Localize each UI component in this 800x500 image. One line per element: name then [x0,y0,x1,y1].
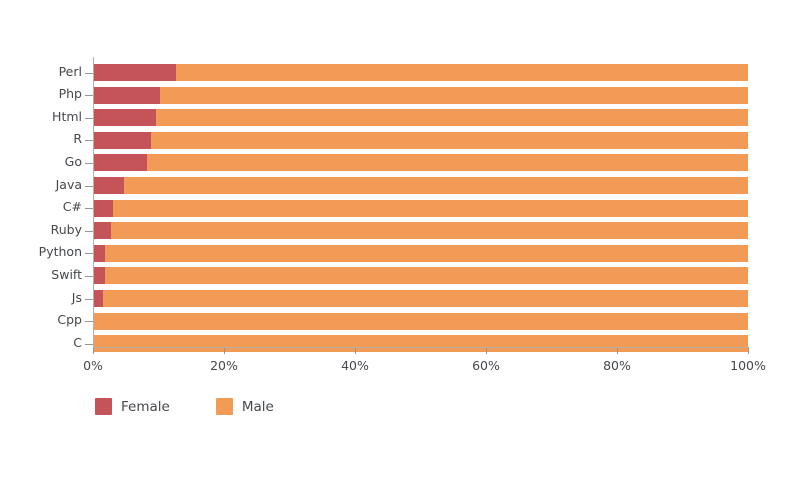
y-axis-tick [85,298,93,300]
legend-label-male: Male [241,398,274,415]
row-separator [93,194,748,200]
bar-segment-male[interactable] [102,290,748,307]
bar-segment-male[interactable] [146,154,748,172]
row-separator [93,217,748,223]
bar-segment-female[interactable] [93,244,106,262]
x-axis-tick [617,348,618,354]
bar-segment-male[interactable] [105,267,748,285]
x-axis-tick [748,348,749,354]
plot-area [93,57,748,353]
x-axis-line [93,347,749,348]
bar-row[interactable] [93,86,748,104]
bar-row[interactable] [93,199,748,217]
x-axis-tick-label-80pct: 80% [603,358,631,373]
y-axis-tick [85,253,93,255]
bar-row[interactable] [93,244,748,262]
bar-segment-male[interactable] [150,131,748,149]
y-axis-tick-label-perl: Perl [58,63,82,79]
bar-row[interactable] [93,131,748,149]
bar-row[interactable] [93,177,748,194]
y-axis-tick-label-python: Python [38,244,82,260]
bar-row[interactable] [93,109,748,127]
bar-segment-male[interactable] [124,177,748,194]
y-axis-tick-label-ruby: Ruby [50,221,82,237]
bar-row[interactable] [93,64,748,81]
bar-segment-female[interactable] [93,267,106,285]
stacked-bar-chart: 0% 20% 40% 60% 80% 100% Perl Php Html R Go Java C# R… [0,0,800,500]
legend-swatch-male [215,398,233,415]
bar-segment-female[interactable] [93,64,177,81]
bar-segment-male[interactable] [155,109,748,127]
y-axis-tick-label-java: Java [55,176,82,192]
legend-label-female: Female [121,398,170,415]
y-axis-line [93,57,94,348]
x-axis-tick-label-100pct: 100% [730,358,766,373]
row-separator [93,330,748,336]
bar-segment-female[interactable] [93,109,156,127]
row-separator [93,59,748,64]
bar-segment-female[interactable] [93,177,125,194]
y-axis-labels: Perl Php Html R Go Java C# Ruby Python Swift Js Cpp… [0,0,82,500]
chart-legend: Female Male [95,398,274,415]
bar-row[interactable] [93,335,748,353]
row-separator [93,104,748,110]
x-axis-tick [93,348,94,354]
bar-row[interactable] [93,154,748,172]
y-axis-tick [85,117,93,119]
x-axis-tick-label-60pct: 60% [472,358,500,373]
x-axis-tick [355,348,356,354]
bar-segment-male[interactable] [113,199,748,217]
bar-row[interactable] [93,290,748,307]
y-axis-tick-label-go: Go [64,153,82,169]
y-axis-tick [85,140,93,142]
legend-swatch-female [95,398,112,415]
y-axis-tick [85,230,93,232]
x-axis-tick [486,348,487,354]
x-axis-tick-label-40pct: 40% [341,358,369,373]
bar-row[interactable] [93,222,748,240]
row-separator [93,126,748,132]
bar-segment-female[interactable] [93,86,161,104]
y-axis-tick-label-cpp: Cpp [57,312,82,328]
row-separator [93,149,748,155]
bar-segment-male[interactable] [93,335,748,353]
y-axis-tick-label-r: R [73,131,82,147]
bar-segment-male[interactable] [176,64,748,81]
y-axis-tick-label-swift: Swift [51,266,82,282]
row-separator [93,81,748,87]
bar-segment-female[interactable] [93,131,151,149]
bar-segment-female[interactable] [93,199,114,217]
y-axis-tick-label-c-: C# [62,199,82,215]
y-axis-tick-label-html: Html [52,108,82,124]
y-axis-tick [85,275,93,277]
y-axis-tick [85,343,93,345]
y-axis-tick [85,321,93,323]
row-separator [93,239,748,245]
row-separator [93,307,748,313]
bar-segment-female[interactable] [93,290,103,307]
y-axis-tick-label-php: Php [58,86,82,102]
bar-segment-female[interactable] [93,222,112,240]
bar-segment-female[interactable] [93,154,147,172]
y-axis-tick-label-js: Js [71,289,82,305]
y-axis-tick [85,185,93,187]
bar-segment-male[interactable] [160,86,748,104]
x-axis-tick [224,348,225,354]
y-axis-tick-label-c: C [73,334,82,350]
bar-segment-male[interactable] [111,222,748,240]
y-axis-tick [85,208,93,210]
x-axis-tick-label-20pct: 20% [210,358,238,373]
bar-segment-male[interactable] [93,312,748,330]
row-separator [93,172,748,177]
bar-row[interactable] [93,312,748,330]
row-separator [93,262,748,268]
y-axis-tick [85,72,93,74]
legend-item-male[interactable]: Male [215,398,274,415]
row-separator [93,285,748,290]
legend-item-female[interactable]: Female [95,398,170,415]
y-axis-tick [85,162,93,164]
bar-row[interactable] [93,267,748,285]
y-axis-tick [85,95,93,97]
bar-segment-male[interactable] [105,244,748,262]
